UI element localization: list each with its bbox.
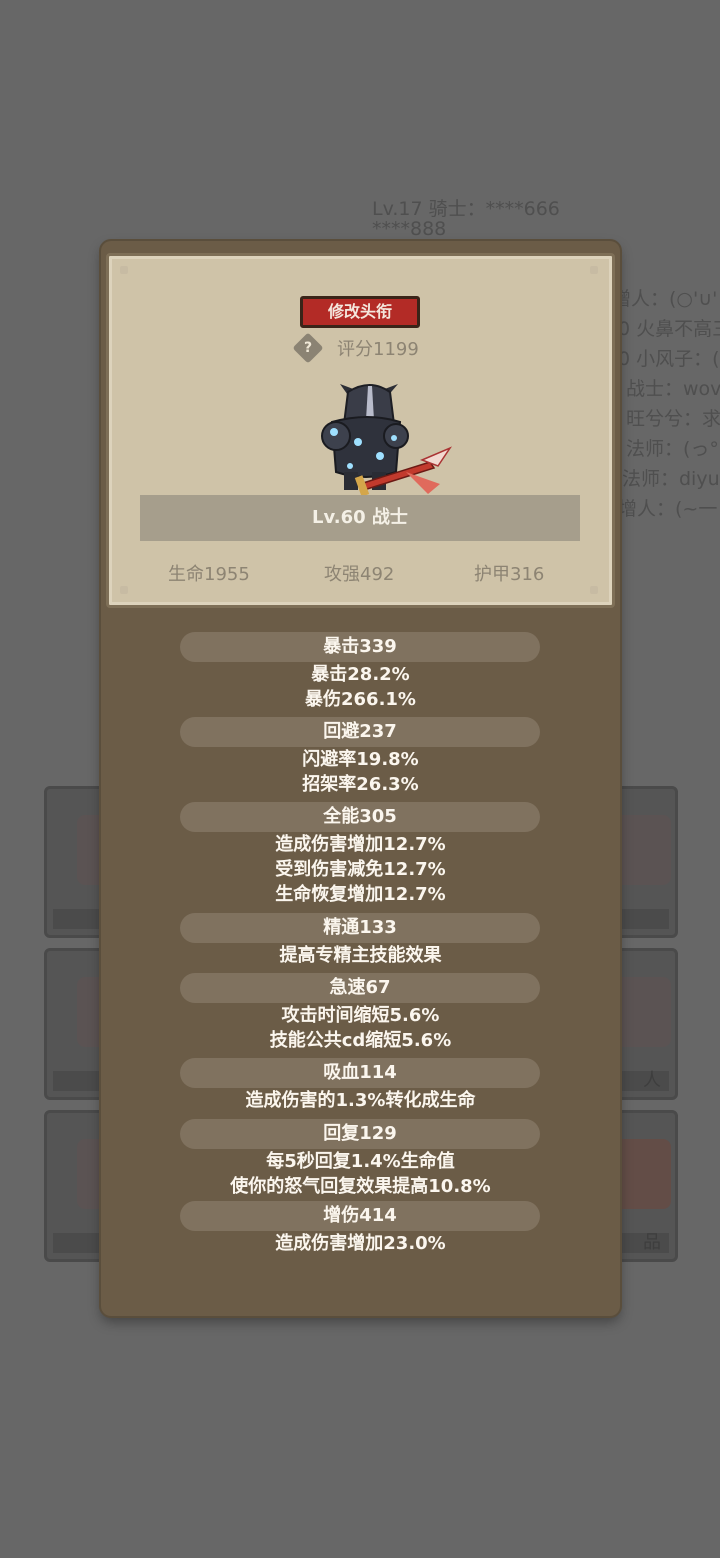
stat-line: 造成伤害的1.3%转化成生命 [245, 1090, 476, 1111]
armor-stat: 护甲316 [474, 564, 545, 585]
stat-header-avoidance: 回避237 [180, 717, 540, 747]
stat-line: 攻击时间缩短5.6% [281, 1005, 440, 1026]
stat-line: 使你的怒气回复效果提高10.8% [230, 1176, 491, 1197]
stat-line: 受到伤害减免12.7% [275, 859, 446, 880]
hp-stat: 生命1955 [168, 564, 250, 585]
stat-header-mastery: 精通133 [180, 913, 540, 943]
chat-line: ****888 [372, 218, 447, 240]
stat-header-damage-bonus: 增伤414 [180, 1201, 540, 1231]
stat-line: 生命恢复增加12.7% [275, 884, 446, 905]
stat-line: 提高专精主技能效果 [279, 945, 442, 966]
stat-line: 每5秒回复1.4%生命值 [266, 1151, 455, 1172]
stat-header-versatility: 全能305 [180, 802, 540, 832]
stat-header-crit: 暴击339 [180, 632, 540, 662]
chat-line: 战士：wov [626, 378, 720, 400]
chat-line: 0 小风子：( [618, 348, 720, 370]
stat-line: 闪避率19.8% [302, 749, 419, 770]
nail-decoration [590, 586, 598, 594]
nail-decoration [590, 266, 598, 274]
character-title-plate: Lv.60 战士 [140, 495, 580, 541]
chat-line: 增人：(~一 [618, 498, 718, 520]
nail-decoration [120, 586, 128, 594]
warrior-avatar [321, 384, 453, 496]
chat-line: 法师：(っ° [626, 438, 719, 460]
help-icon[interactable]: ? [292, 332, 324, 364]
stat-line: 招架率26.3% [302, 774, 419, 795]
rename-title-button[interactable]: 修改头衔 [300, 296, 420, 328]
stat-line: 技能公共cd缩短5.6% [269, 1030, 452, 1051]
attack-stat: 攻强492 [324, 564, 395, 585]
chat-line: 0 火鼻不高三 [618, 318, 720, 340]
stat-line: 暴击28.2% [311, 664, 410, 685]
chat-line: 旺兮兮：求 [626, 408, 720, 430]
score-label: 评分1199 [337, 339, 419, 360]
chat-line: 增人：(○'∪' [612, 288, 718, 310]
stat-line: 造成伤害增加23.0% [275, 1233, 446, 1254]
stat-line: 造成伤害增加12.7% [275, 834, 446, 855]
stat-line: 暴伤266.1% [305, 689, 416, 710]
score-row: ? 评分1199 [292, 332, 419, 364]
nail-decoration [120, 266, 128, 274]
stat-header-haste: 急速67 [180, 973, 540, 1003]
stat-header-lifesteal: 吸血114 [180, 1058, 540, 1088]
stat-header-regen: 回复129 [180, 1119, 540, 1149]
chat-line: 法师：diyu [622, 468, 720, 490]
